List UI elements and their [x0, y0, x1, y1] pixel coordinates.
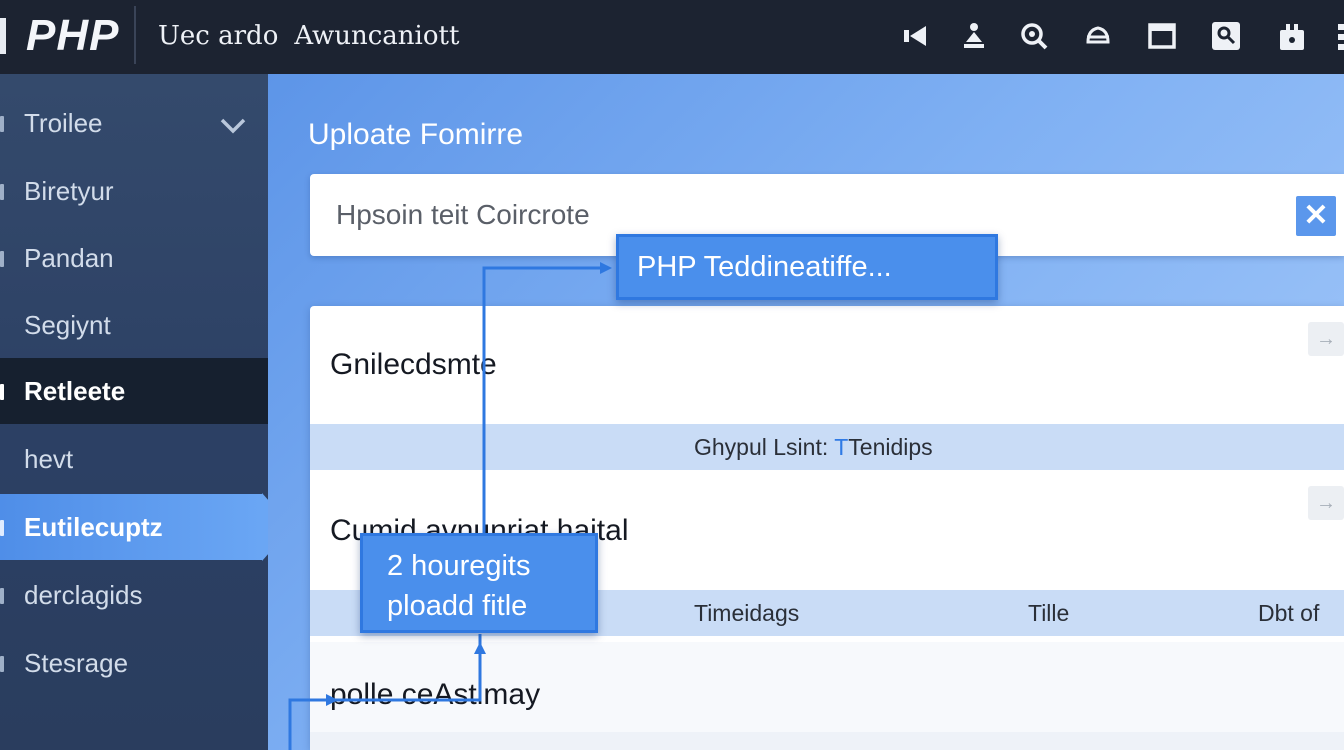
sidebar: Troilee Biretyur Pandan Segiynt Retleete… [0, 74, 268, 750]
lock-icon[interactable] [1276, 20, 1308, 52]
sidebar-item-label: Troilee [24, 107, 103, 138]
tooltip-upload-file: 2 houregits ploadd fitle [360, 533, 598, 633]
sidebar-item-8[interactable]: derclagids [0, 562, 268, 628]
close-icon[interactable]: ✕ [1296, 196, 1336, 236]
info-band: Ghypul Lsint: TTenidips [310, 424, 1344, 470]
sidebar-item-4[interactable]: Segiynt [0, 292, 268, 358]
upload-icon[interactable] [958, 20, 990, 52]
band-label-text: Ghypul Lsint: [694, 434, 829, 460]
band-value: Tenidips [848, 434, 933, 460]
sidebar-item-2[interactable]: Biretyur [0, 158, 268, 224]
band-label: Ghypul Lsint: TTenidips [694, 434, 933, 461]
window-icon[interactable] [1146, 20, 1178, 52]
sidebar-item-1[interactable]: Troilee [0, 90, 268, 156]
sidebar-item-label: Segiynt [24, 309, 111, 340]
sidebar-item-marker [0, 520, 4, 536]
page-title: Uploate Fomirre [308, 118, 524, 151]
sidebar-item-marker [0, 184, 4, 200]
header-subtitle-part-b: Awuncaniott [294, 21, 460, 51]
sidebar-item-label: Pandan [24, 242, 114, 273]
more-icon[interactable] [1334, 20, 1344, 52]
sidebar-item-marker [0, 116, 4, 132]
sidebar-item-marker [0, 384, 4, 400]
column-header-1[interactable]: Timeidags [694, 600, 799, 627]
sidebar-item-7-active[interactable]: Eutilecuptz [0, 494, 262, 560]
sidebar-item-label: hevt [24, 443, 74, 474]
app-logo: PHP [26, 11, 120, 60]
list-row[interactable] [310, 732, 1344, 750]
column-header-3[interactable]: Dbt of [1258, 600, 1319, 627]
header-subtitle: Uec ardo Awuncaniott [158, 18, 459, 54]
sidebar-item-6[interactable]: hevt [0, 426, 268, 492]
search-input[interactable] [334, 194, 1238, 236]
chevron-down-icon[interactable] [218, 116, 248, 136]
back-icon[interactable] [900, 20, 932, 52]
search-zoom-icon[interactable] [1018, 20, 1050, 52]
band-highlight: T [834, 434, 849, 460]
sidebar-item-label: Eutilecuptz [24, 511, 163, 542]
sidebar-item-label: derclagids [24, 579, 143, 610]
cloud-icon[interactable] [1082, 20, 1114, 52]
top-bar: PHP Uec ardo Awuncaniott [0, 0, 1344, 74]
upload-list-card: Gnilecdsmte → Ghypul Lsint: TTenidips Cu… [310, 306, 1344, 750]
sidebar-item-label: Stesrage [24, 647, 129, 678]
sidebar-item-marker [0, 588, 4, 604]
sidebar-item-marker [0, 656, 4, 672]
tooltip-php-template: PHP Teddineatiffe... [616, 234, 998, 300]
list-item-title: Gnilecdsmte [330, 348, 497, 381]
menu-edge-marker [0, 18, 6, 54]
tooltip-line-1: 2 houregits [387, 550, 531, 582]
arrow-right-icon[interactable]: → [1308, 322, 1344, 356]
list-item-title: polle ceAstimay [330, 678, 541, 711]
main-panel: Uploate Fomirre ✕ Gnilecdsmte → Ghypul L… [268, 74, 1344, 750]
tooltip-line-2: ploadd fitle [387, 590, 528, 622]
sidebar-item-label: Biretyur [24, 175, 114, 206]
column-header-2[interactable]: Tille [1028, 600, 1069, 627]
sidebar-item-9[interactable]: Stesrage [0, 630, 268, 696]
list-row[interactable]: polle ceAstimay [310, 642, 1344, 732]
sidebar-item-3[interactable]: Pandan [0, 225, 268, 291]
arrow-right-icon[interactable]: → [1308, 486, 1344, 520]
image-search-icon[interactable] [1210, 20, 1242, 52]
header-subtitle-part-a: Uec ardo [158, 21, 279, 51]
sidebar-item-5-selected[interactable]: Retleete [0, 358, 268, 424]
sidebar-item-label: Retleete [24, 375, 126, 406]
sidebar-item-marker [0, 251, 4, 267]
header-divider [134, 6, 136, 64]
